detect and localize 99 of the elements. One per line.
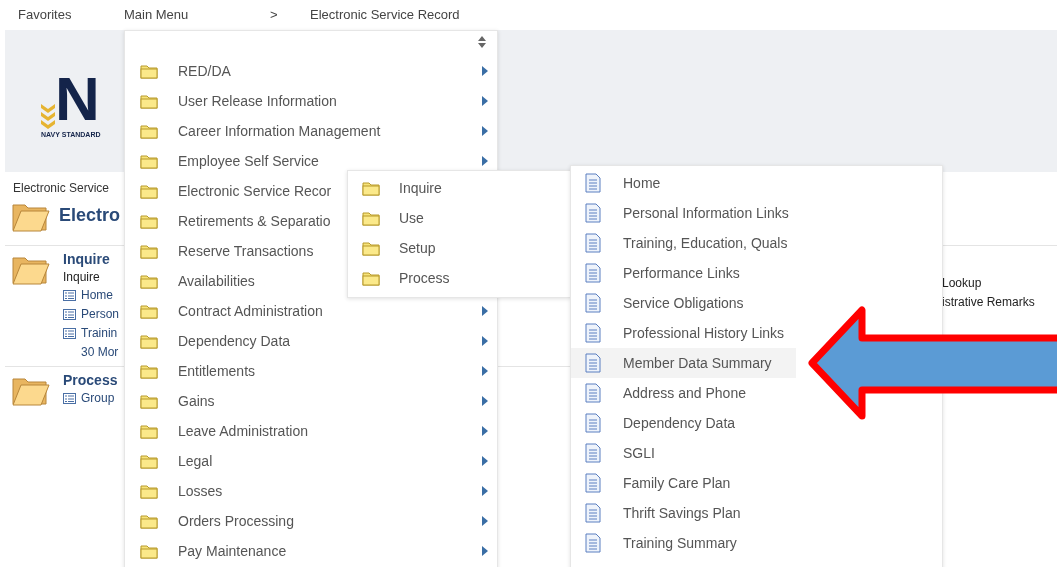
menu-link[interactable]: Home: [81, 286, 113, 306]
menu-item[interactable]: Pay Maintenance: [125, 536, 497, 566]
caret-icon: [482, 546, 488, 556]
caret-icon: [482, 156, 488, 166]
caret-icon: [482, 426, 488, 436]
caret-icon: [482, 96, 488, 106]
menu-item[interactable]: Gains: [125, 386, 497, 416]
folder-icon: [140, 453, 158, 469]
menu-item[interactable]: RED/DA: [125, 56, 497, 86]
menu-item[interactable]: Contract Administration: [125, 296, 497, 326]
breadcrumb-current: Electronic Service Record: [310, 6, 460, 25]
list-icon: [63, 328, 76, 340]
document-icon: [585, 173, 601, 193]
document-icon: [585, 293, 601, 313]
folder-icon: [362, 240, 380, 256]
menu-item[interactable]: Leave Administration: [125, 416, 497, 446]
document-icon: [585, 383, 601, 403]
caret-icon: [482, 396, 488, 406]
menu-item[interactable]: Training Summary: [571, 528, 761, 558]
caret-icon: [482, 486, 488, 496]
caret-icon: [482, 456, 488, 466]
folder-icon: [140, 153, 158, 169]
folder-icon: [140, 333, 158, 349]
document-icon: [585, 203, 601, 223]
menu-item[interactable]: Entitlements: [125, 356, 497, 386]
folder-icon: [140, 123, 158, 139]
document-icon: [585, 413, 601, 433]
menu-link[interactable]: Lookup: [942, 274, 1057, 293]
caret-icon: [482, 366, 488, 376]
menu-item[interactable]: Training, Education, Quals: [571, 228, 812, 258]
folder-icon: [140, 93, 158, 109]
list-icon: [63, 309, 76, 321]
caret-icon: [482, 126, 488, 136]
document-icon: [585, 323, 601, 343]
menu-item[interactable]: Reserve Transactions: [125, 236, 338, 266]
folder-icon: [140, 393, 158, 409]
menu-item[interactable]: Family Care Plan: [571, 468, 755, 498]
menu-item[interactable]: Personal Information Links: [571, 198, 813, 228]
menu-item[interactable]: Dependency Data: [571, 408, 760, 438]
caret-icon: [482, 66, 488, 76]
menu-link[interactable]: Group: [81, 389, 115, 409]
menu-item[interactable]: Employee Self Service: [125, 146, 497, 176]
menu-item[interactable]: Thrift Savings Plan: [571, 498, 765, 528]
menu-item[interactable]: Home: [571, 168, 685, 198]
menu-item[interactable]: Professional History Links: [571, 318, 809, 348]
folder-icon: [140, 543, 158, 559]
folder-icon: [140, 303, 158, 319]
caret-icon: [482, 306, 488, 316]
document-icon: [585, 263, 601, 283]
menu-item[interactable]: SGLI: [571, 438, 679, 468]
menu-link[interactable]: Trainin: [81, 324, 118, 344]
menu-item[interactable]: Career Information Management: [125, 116, 497, 146]
menu-link[interactable]: istrative Remarks: [942, 293, 1057, 312]
caret-icon: [482, 336, 488, 346]
logo-text: N: [55, 68, 98, 130]
main-menu-link[interactable]: Main Menu: [124, 5, 270, 25]
menu-item[interactable]: User Release Information: [125, 86, 497, 116]
folder-icon: [140, 423, 158, 439]
document-icon: [585, 353, 601, 373]
menu-item[interactable]: Setup: [348, 233, 570, 263]
folder-icon: [140, 63, 158, 79]
menu-item[interactable]: Dependency Data: [125, 326, 497, 356]
section-title[interactable]: Process: [63, 371, 118, 390]
caret-icon: [482, 516, 488, 526]
document-icon: [585, 233, 601, 253]
folder-icon: [140, 183, 158, 199]
folder-icon: [140, 273, 158, 289]
page-title: Electro: [59, 203, 121, 227]
breadcrumb-separator: >: [270, 6, 279, 25]
menu-link[interactable]: Person: [81, 305, 120, 325]
menu-item[interactable]: Orders Processing: [125, 506, 497, 536]
folder-icon: [140, 363, 158, 379]
folder-icon: [140, 243, 158, 259]
menu-item[interactable]: Member Data Summary: [571, 348, 796, 378]
folder-icon: [362, 180, 380, 196]
scroll-arrows-icon[interactable]: [477, 35, 487, 49]
folder-icon: [140, 513, 158, 529]
menu-item[interactable]: Legal: [125, 446, 497, 476]
page-breadcrumb: Electronic Service: [12, 180, 110, 197]
list-icon: [63, 290, 76, 302]
document-icon: [585, 503, 601, 523]
document-icon: [585, 533, 601, 553]
list-icon: [63, 393, 76, 405]
document-icon: [585, 443, 601, 463]
menu-item[interactable]: Availabilities: [125, 266, 279, 296]
more-link[interactable]: 30 Mor: [63, 343, 120, 363]
menu-item[interactable]: Process: [348, 263, 570, 293]
section-subtitle: Inquire: [63, 269, 101, 287]
menu-item[interactable]: Performance Links: [571, 258, 764, 288]
folder-icon: [362, 270, 380, 286]
section-title[interactable]: Inquire: [63, 250, 120, 269]
document-icon: [585, 473, 601, 493]
menu-item[interactable]: Service Obligations: [571, 288, 768, 318]
favorites-link[interactable]: Favorites: [18, 5, 124, 25]
folder-icon: [362, 210, 380, 226]
menu-item[interactable]: Address and Phone: [571, 378, 770, 408]
folder-icon: [140, 483, 158, 499]
folder-icon: [140, 213, 158, 229]
menu-item[interactable]: Losses: [125, 476, 497, 506]
